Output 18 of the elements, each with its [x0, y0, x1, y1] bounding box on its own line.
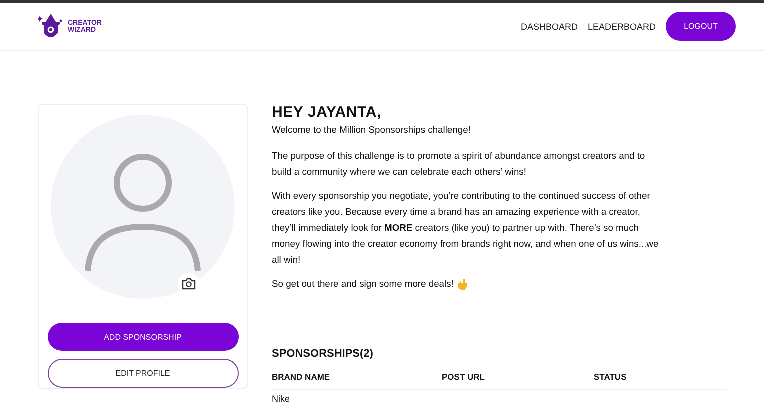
paragraph: Welcome to the Million Sponsorships challenge! [272, 123, 472, 137]
paragraph: With every sponsorship you negotiate, you’re contributing to the continued success of other creators like you. Because every time a brand has an amazing experience with a creator, they’ll immediately look for MORE creators (like you) to partner up with. There’s so much money flowing into the creator economy from brands right now, and when one of us wins...we all win! [272, 189, 660, 267]
logout-button[interactable]: LOGOUT [666, 12, 736, 41]
paragraph: So get out there and sign some more deals! [272, 277, 454, 291]
column-header: STATUS [594, 372, 727, 390]
add-sponsorship-button[interactable]: ADD SPONSORSHIP [48, 323, 238, 352]
column-header: POST URL [442, 372, 594, 390]
nav-link[interactable]: LEADERBOARD [588, 22, 656, 32]
wizard-logo-icon [38, 12, 64, 40]
paragraph: The purpose of this challenge is to promote a spirit of abundance amongst creators and to build a community where we can celebrate each others’ wins! [272, 149, 646, 179]
hand-gesture-icon [456, 278, 468, 290]
nav-link[interactable]: DASHBOARD [520, 22, 578, 32]
greeting-heading: HEY JAYANTA, [272, 104, 382, 121]
column-header: BRAND NAME [272, 372, 442, 390]
edit-profile-button[interactable]: EDIT PROFILE [48, 359, 238, 388]
section-heading: SPONSORSHIPS(2) [272, 348, 374, 360]
table-cell: Nike [272, 390, 442, 404]
avatar-placeholder-icon [51, 115, 235, 299]
